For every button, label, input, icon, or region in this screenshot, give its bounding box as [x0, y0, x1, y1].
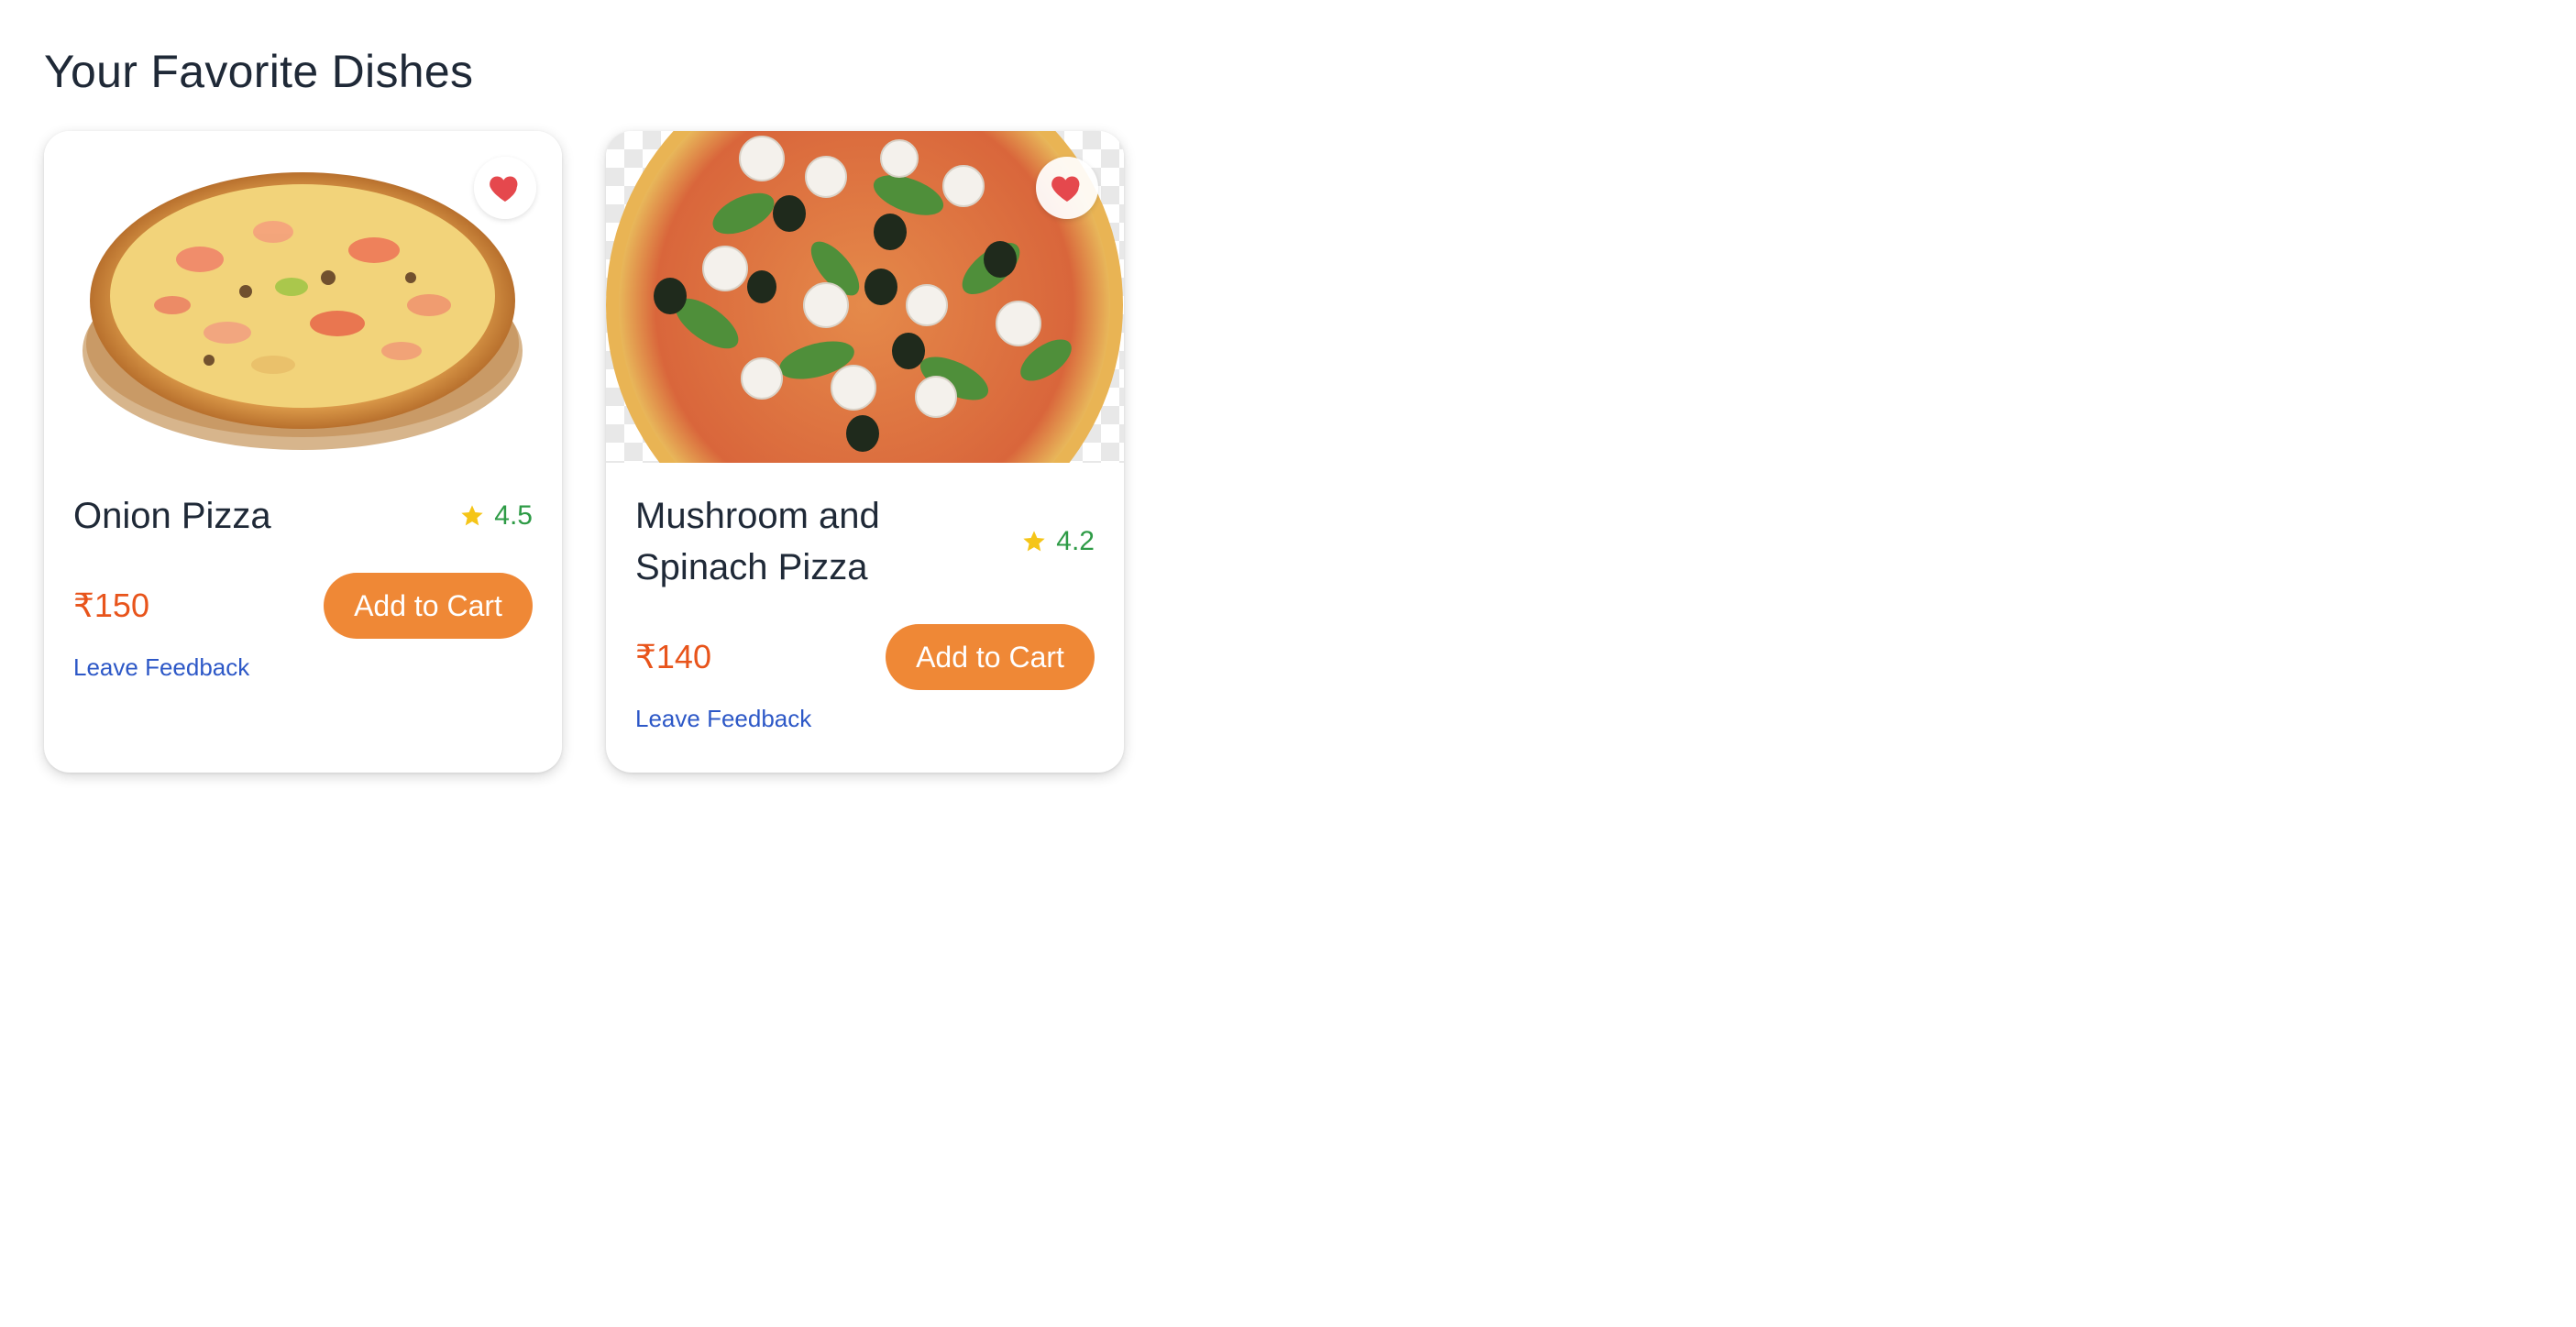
dish-card: Mushroom and Spinach Pizza 4.2 ₹140 Add … [606, 131, 1124, 773]
add-to-cart-button[interactable]: Add to Cart [324, 573, 533, 639]
favorite-button[interactable] [1036, 157, 1098, 219]
dish-image [606, 131, 1124, 463]
dish-price: ₹140 [635, 638, 711, 675]
heart-icon [490, 176, 518, 202]
leave-feedback-link[interactable]: Leave Feedback [635, 705, 811, 733]
page: Your Favorite Dishes Onion Pizza 4.5 ₹15… [0, 0, 2576, 1327]
star-icon [1023, 531, 1045, 552]
star-icon [461, 505, 483, 526]
dish-title-row: Mushroom and Spinach Pizza 4.2 [635, 490, 1095, 593]
dish-image [44, 131, 562, 463]
add-to-cart-button[interactable]: Add to Cart [886, 624, 1095, 690]
dish-card-body: Onion Pizza 4.5 ₹150 Add to Cart Leave F… [44, 463, 562, 682]
page-title: Your Favorite Dishes [44, 46, 474, 97]
dish-price-row: ₹150 Add to Cart [73, 573, 533, 639]
dish-card-body: Mushroom and Spinach Pizza 4.2 ₹140 Add … [606, 463, 1124, 733]
dish-name: Onion Pizza [73, 496, 271, 536]
dish-rating: 4.5 [459, 500, 533, 532]
dish-card-list: Onion Pizza 4.5 ₹150 Add to Cart Leave F… [44, 131, 1124, 773]
favorite-button[interactable] [474, 157, 536, 219]
dish-price: ₹150 [73, 587, 149, 624]
dish-rating: 4.2 [1021, 526, 1095, 557]
rating-value: 4.2 [1056, 526, 1095, 556]
rating-value: 4.5 [494, 500, 533, 531]
leave-feedback-link[interactable]: Leave Feedback [73, 653, 249, 682]
dish-price-row: ₹140 Add to Cart [635, 624, 1095, 690]
dish-title-row: Onion Pizza 4.5 [73, 490, 533, 542]
dish-name: Mushroom and Spinach Pizza [635, 496, 880, 587]
heart-icon [1051, 176, 1080, 202]
dish-card: Onion Pizza 4.5 ₹150 Add to Cart Leave F… [44, 131, 562, 773]
